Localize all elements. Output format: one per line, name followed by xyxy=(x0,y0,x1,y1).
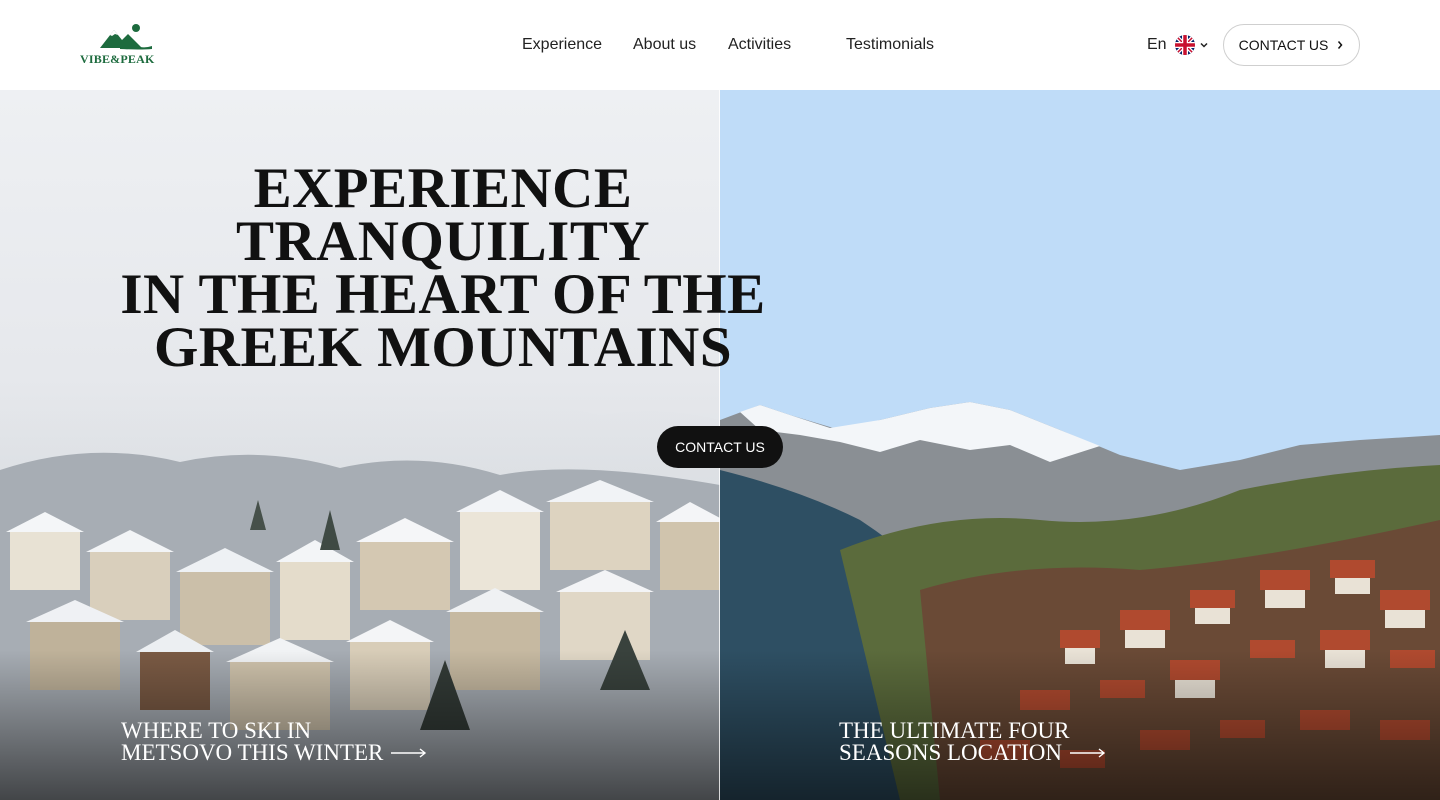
hero-contact-button[interactable]: CONTACT US xyxy=(657,426,783,468)
header-contact-label: CONTACT US xyxy=(1238,37,1329,53)
hero-title: EXPERIENCE TRANQUILITY IN THE HEART OF T… xyxy=(40,157,846,379)
hero-title-line: EXPERIENCE TRANQUILITY xyxy=(235,157,651,273)
hero-section: EXPERIENCE TRANQUILITY IN THE HEART OF T… xyxy=(0,90,1440,800)
card-line: THE ULTIMATE FOUR xyxy=(839,718,1070,743)
mountain-logo-icon xyxy=(100,24,152,50)
brand-logo[interactable]: VIBE&PEAK xyxy=(80,22,170,68)
arrow-right-icon xyxy=(1070,748,1106,758)
nav-item-experience[interactable]: Experience xyxy=(522,36,602,54)
ski-metsovo-link[interactable]: WHERE TO SKI IN METSOVO THIS WINTER xyxy=(121,718,427,765)
nav-item-testimonials[interactable]: Testimonials xyxy=(846,36,934,54)
language-label: En xyxy=(1147,36,1167,53)
four-seasons-link[interactable]: THE ULTIMATE FOUR SEASONS LOCATION xyxy=(839,718,1106,765)
arrow-right-icon xyxy=(391,748,427,758)
header-contact-button[interactable]: CONTACT US xyxy=(1223,24,1360,66)
chevron-right-icon xyxy=(1338,41,1343,49)
card-line: WHERE TO SKI IN xyxy=(121,718,312,743)
nav-item-activities[interactable]: Activities xyxy=(728,36,791,54)
site-header: VIBE&PEAK Experience About us Activities… xyxy=(0,0,1440,90)
brand-name: VIBE&PEAK xyxy=(80,52,155,66)
card-line: METSOVO THIS WINTER xyxy=(121,740,384,765)
hero-title-line: IN THE HEART OF THE xyxy=(120,263,766,326)
nav-item-about-us[interactable]: About us xyxy=(633,36,696,54)
language-selector[interactable]: En xyxy=(1147,35,1209,55)
chevron-down-icon xyxy=(1200,42,1208,48)
hero-title-line: GREEK MOUNTAINS xyxy=(153,316,733,379)
uk-flag-icon xyxy=(1174,35,1195,55)
card-line: SEASONS LOCATION xyxy=(839,740,1062,765)
